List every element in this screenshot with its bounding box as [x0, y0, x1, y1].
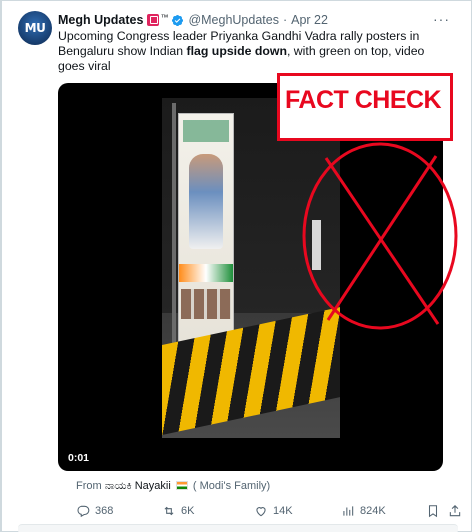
- separator-dot: ·: [282, 13, 288, 27]
- tweet-date[interactable]: Apr 22: [291, 13, 328, 27]
- poster-flag-strip: [179, 264, 233, 282]
- heart-icon: [256, 507, 266, 517]
- avatar-text: MU: [24, 21, 46, 35]
- source-suffix: ( Modi's Family): [192, 480, 271, 492]
- india-flag-icon: [175, 481, 188, 490]
- repost-icon: [164, 506, 174, 516]
- from-prefix: From: [76, 480, 102, 492]
- poster-faces: [181, 289, 231, 319]
- trademark-mark: ™: [160, 12, 169, 22]
- views-chart-icon: [343, 506, 354, 516]
- repost-button[interactable]: 6K: [162, 504, 194, 518]
- verified-badge-icon: [172, 14, 184, 26]
- more-options-button[interactable]: ···: [433, 11, 450, 27]
- tweet-header: Megh Updates ™ @MeghUpdates · Apr 22 ···: [58, 11, 458, 29]
- fact-check-text: FACT CHECK: [285, 86, 442, 114]
- views-button[interactable]: 824K: [341, 504, 386, 518]
- view-count: 824K: [360, 505, 386, 517]
- like-button[interactable]: 14K: [254, 504, 293, 518]
- author-handle[interactable]: @MeghUpdates: [188, 13, 279, 27]
- flag-emoji-icon: [147, 14, 160, 26]
- repost-count: 6K: [181, 505, 195, 517]
- avatar[interactable]: MU: [18, 11, 52, 45]
- fact-check-label: FACT CHECK: [277, 73, 453, 141]
- author-name[interactable]: Megh Updates: [58, 13, 143, 27]
- video-timestamp: 0:01: [68, 452, 90, 464]
- tweet-text: Upcoming Congress leader Priyanka Gandhi…: [58, 29, 453, 74]
- share-icon[interactable]: [448, 504, 462, 518]
- action-bar: 368 6K 14K 824K: [76, 504, 461, 520]
- video-source-attribution: From ನಾಯಕಿ Nayakii ( Modi's Family): [76, 480, 270, 493]
- rally-poster: [178, 113, 234, 353]
- next-tweet-edge: [18, 524, 458, 532]
- tweet-text-bold: flag upside down: [186, 44, 287, 58]
- poster-header: [183, 120, 229, 142]
- reply-icon: [77, 505, 90, 518]
- cross-out-icon: [302, 142, 458, 330]
- poster-person: [189, 154, 223, 249]
- reply-button[interactable]: 368: [76, 504, 113, 518]
- like-count: 14K: [273, 505, 293, 517]
- reply-count: 368: [95, 505, 114, 517]
- source-author[interactable]: ನಾಯಕಿ Nayakii: [105, 480, 171, 492]
- bookmark-icon[interactable]: [426, 504, 440, 518]
